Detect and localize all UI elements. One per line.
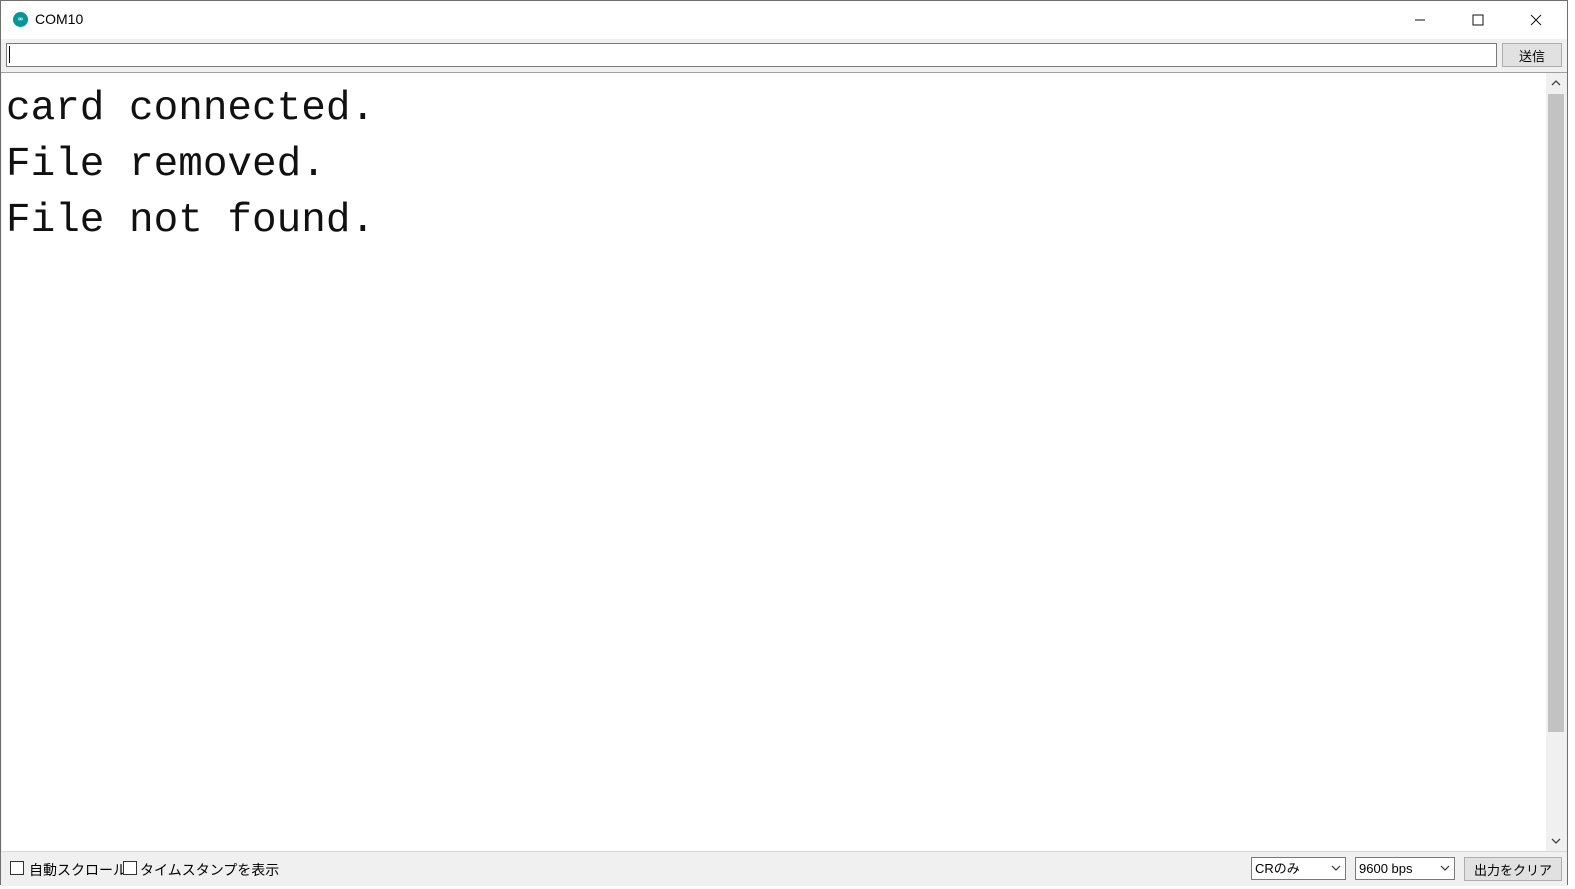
- scroll-up-button[interactable]: [1546, 73, 1566, 93]
- scroll-down-button[interactable]: [1546, 831, 1566, 851]
- send-button[interactable]: 送信: [1502, 43, 1562, 67]
- chevron-up-icon: [1551, 80, 1561, 86]
- text-caret: [9, 46, 10, 63]
- output-line: card connected.: [6, 86, 376, 132]
- timestamp-label[interactable]: タイムスタンプを表示: [140, 860, 279, 880]
- send-input[interactable]: [6, 43, 1497, 67]
- clear-output-button[interactable]: 出力をクリア: [1464, 857, 1562, 881]
- window-title: COM10: [35, 11, 84, 27]
- maximize-button[interactable]: [1449, 1, 1507, 39]
- vertical-scrollbar[interactable]: [1546, 73, 1566, 851]
- close-button[interactable]: [1507, 1, 1565, 39]
- autoscroll-checkbox[interactable]: [10, 861, 24, 875]
- title-bar[interactable]: ∞ COM10: [1, 1, 1567, 39]
- maximize-icon: [1472, 14, 1484, 26]
- serial-monitor-window: ∞ COM10 送信 card connected. File removed.…: [0, 0, 1568, 886]
- baud-rate-select[interactable]: 9600 bps: [1355, 857, 1455, 880]
- arduino-icon: ∞: [13, 12, 28, 27]
- autoscroll-label[interactable]: 自動スクロール: [29, 860, 127, 880]
- close-icon: [1530, 14, 1542, 26]
- minimize-icon: [1415, 19, 1425, 21]
- minimize-button[interactable]: [1391, 1, 1449, 39]
- timestamp-checkbox[interactable]: [123, 861, 137, 875]
- chevron-down-icon: [1440, 865, 1450, 871]
- baud-rate-value: 9600 bps: [1359, 861, 1413, 876]
- scroll-thumb[interactable]: [1548, 94, 1564, 732]
- serial-output[interactable]: card connected. File removed. File not f…: [2, 73, 1546, 851]
- line-ending-select[interactable]: CRのみ: [1251, 857, 1346, 880]
- chevron-down-icon: [1551, 838, 1561, 844]
- status-bar: 自動スクロール タイムスタンプを表示 CRのみ 9600 bps 出力をクリア: [1, 851, 1567, 886]
- send-toolbar: 送信: [1, 39, 1567, 73]
- chevron-down-icon: [1331, 865, 1341, 871]
- output-line: File not found.: [6, 198, 376, 244]
- output-line: File removed.: [6, 142, 326, 188]
- line-ending-value: CRのみ: [1255, 861, 1300, 876]
